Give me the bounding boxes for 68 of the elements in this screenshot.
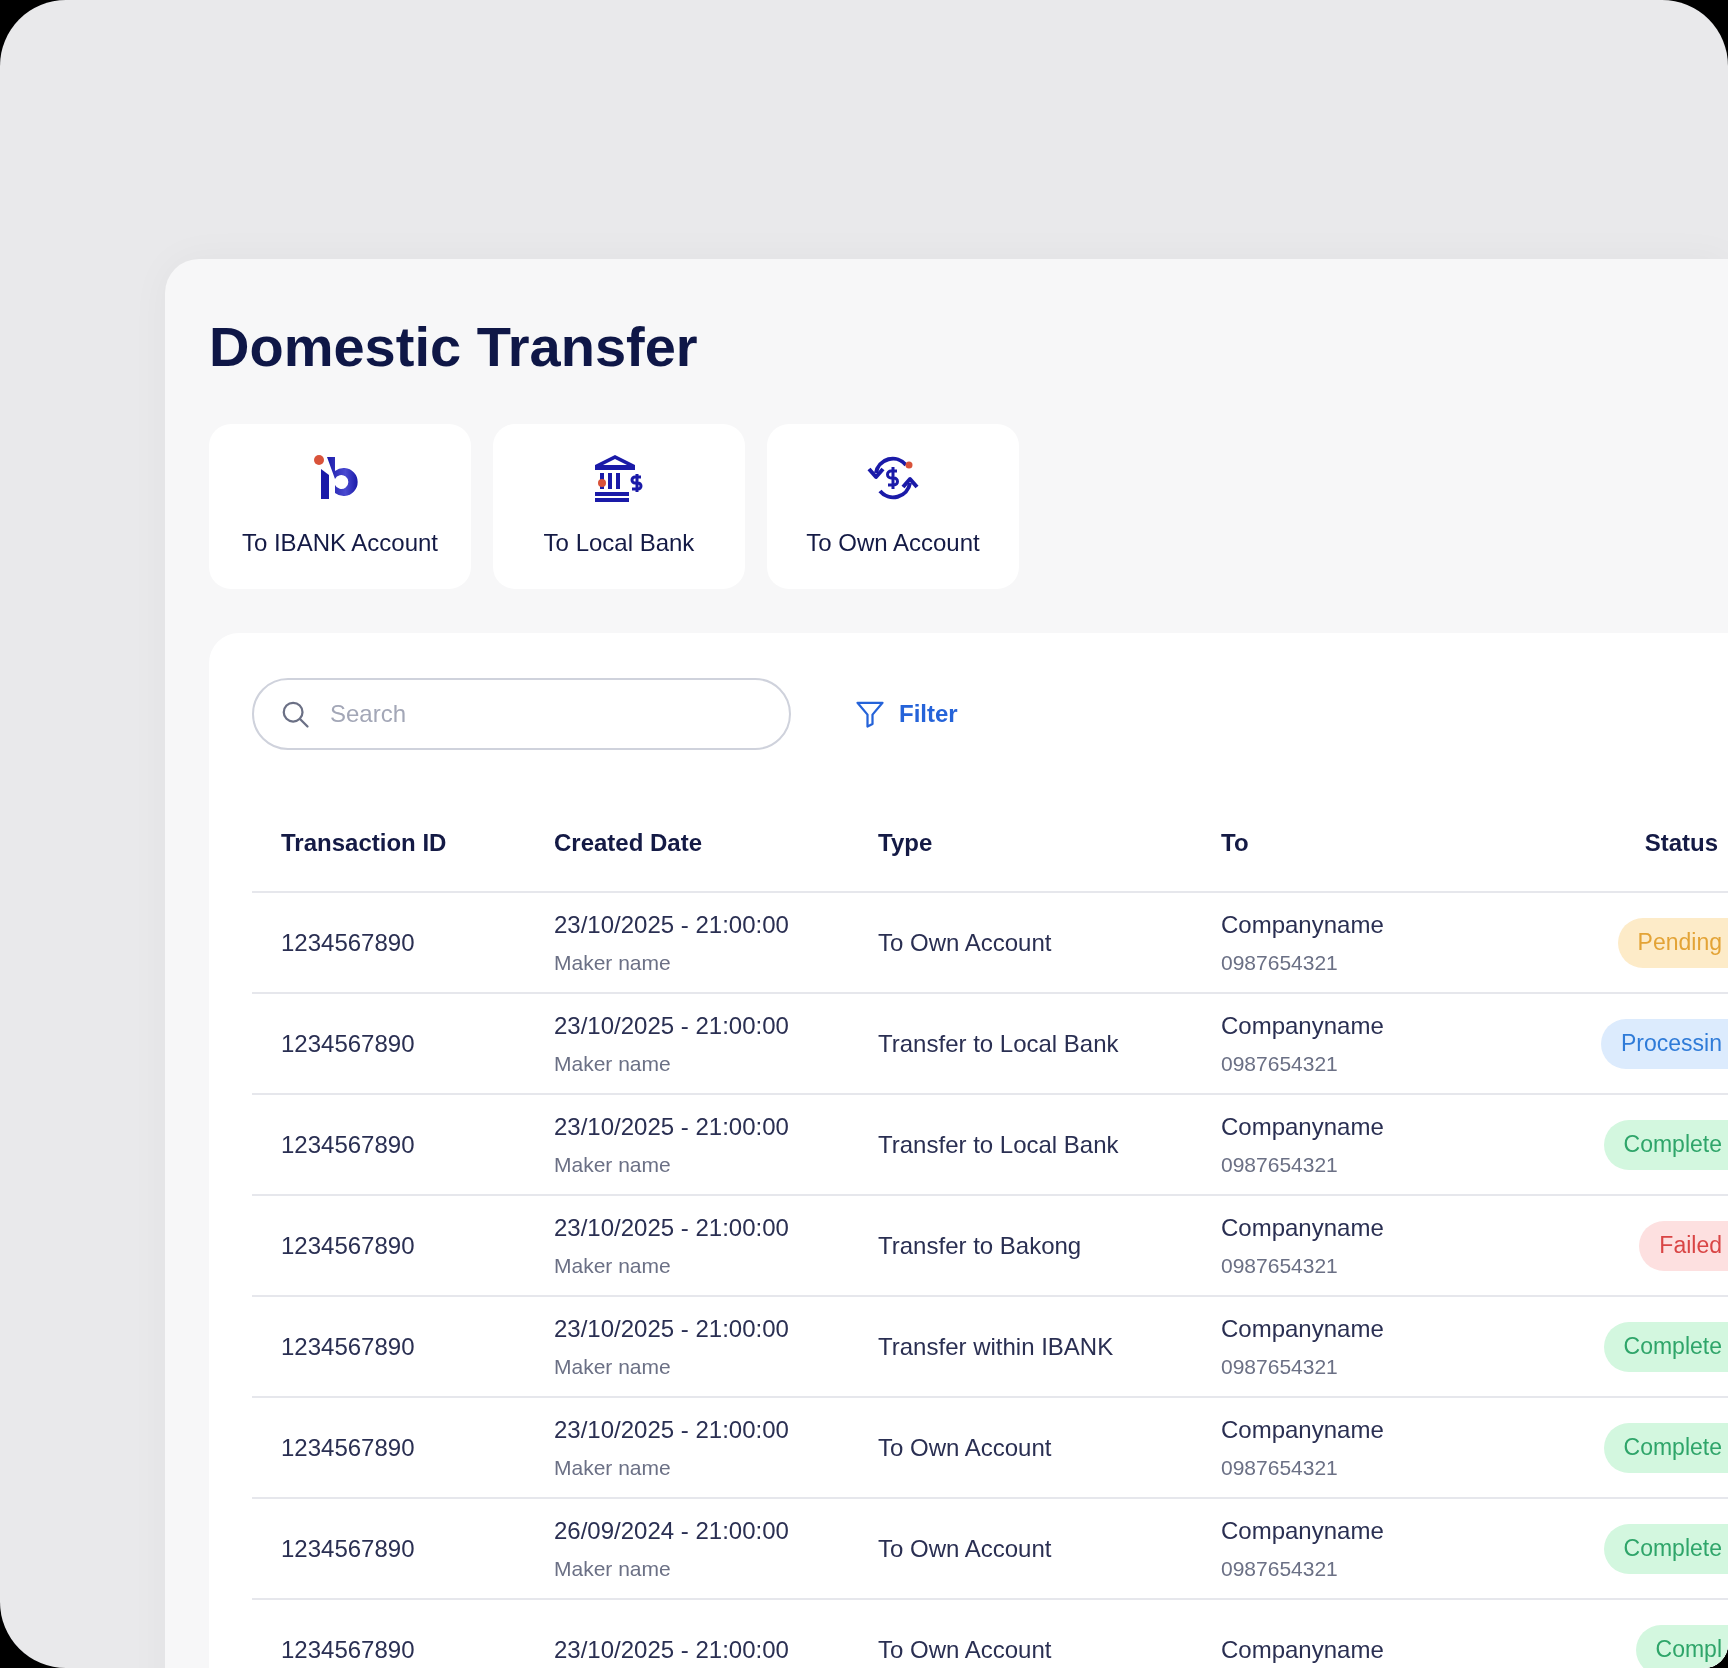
transfer-type: Transfer within IBANK — [878, 1331, 1115, 1362]
transaction-id: 1234567890 — [281, 1634, 416, 1665]
created-date: 23/10/2025 - 21:00:00 — [554, 1111, 790, 1142]
recipient-name: Companyname — [1221, 909, 1385, 940]
recipient-name: Companyname — [1221, 1634, 1385, 1665]
status-badge: Complete — [1603, 1119, 1728, 1170]
created-date: 23/10/2025 - 21:00:00 — [554, 1634, 790, 1665]
recipient-account: 0987654321 — [1221, 1353, 1339, 1380]
recipient-account: 0987654321 — [1221, 949, 1339, 976]
maker-name: Maker name — [554, 1555, 672, 1582]
status-badge: Failed — [1639, 1220, 1728, 1271]
filter-button[interactable]: Filter — [855, 696, 958, 733]
maker-name: Maker name — [554, 1151, 672, 1178]
column-header: Type — [878, 829, 933, 857]
created-date: 26/09/2024 - 21:00:00 — [554, 1515, 790, 1546]
transaction-id: 1234567890 — [281, 1331, 416, 1362]
transfer-type: To Own Account — [878, 1533, 1053, 1564]
recipient-account: 0987654321 — [1221, 1252, 1339, 1279]
transfer-type: Transfer to Local Bank — [878, 1028, 1120, 1059]
search-field[interactable]: Search — [252, 678, 791, 751]
maker-name: Maker name — [554, 949, 672, 976]
status-badge: Complete — [1603, 1321, 1728, 1372]
recipient-account: 0987654321 — [1221, 1151, 1339, 1178]
maker-name: Maker name — [554, 1050, 672, 1077]
status-badge: Processin — [1601, 1018, 1728, 1069]
status-badge: Pending — [1617, 917, 1728, 968]
recipient-account: 0987654321 — [1221, 1555, 1339, 1582]
status-badge: Compl — [1635, 1624, 1728, 1668]
search-icon — [280, 699, 310, 730]
recipient-account: 0987654321 — [1221, 1050, 1339, 1077]
created-date: 23/10/2025 - 21:00:00 — [554, 1414, 790, 1445]
recipient-name: Companyname — [1221, 1313, 1385, 1344]
recipient-name: Companyname — [1221, 1212, 1385, 1243]
created-date: 23/10/2025 - 21:00:00 — [554, 1010, 790, 1041]
maker-name: Maker name — [554, 1252, 672, 1279]
transfer-type: To Own Account — [878, 1634, 1053, 1665]
recipient-name: Companyname — [1221, 1010, 1385, 1041]
status-badge: Complete — [1603, 1422, 1728, 1473]
maker-name: Maker name — [554, 1454, 672, 1481]
transaction-id: 1234567890 — [281, 1230, 416, 1261]
transfer-option-card[interactable]: To Local Bank — [493, 424, 745, 590]
recipient-name: Companyname — [1221, 1515, 1385, 1546]
created-date: 23/10/2025 - 21:00:00 — [554, 909, 790, 940]
transfer-option-card[interactable]: To IBANK Account — [209, 424, 471, 590]
bank-dollar-icon — [593, 452, 645, 503]
transfer-option-card[interactable]: To Own Account — [767, 424, 1019, 590]
recipient-name: Companyname — [1221, 1414, 1385, 1445]
transfer-type: Transfer to Local Bank — [878, 1129, 1120, 1160]
created-date: 23/10/2025 - 21:00:00 — [554, 1313, 790, 1344]
status-badge: Complete — [1603, 1523, 1728, 1574]
recipient-name: Companyname — [1221, 1111, 1385, 1142]
column-header: To — [1221, 829, 1249, 857]
created-date: 23/10/2025 - 21:00:00 — [554, 1212, 790, 1243]
filter-icon — [855, 699, 885, 730]
page-title: Domestic Transfer — [209, 314, 699, 380]
maker-name: Maker name — [554, 1353, 672, 1380]
transfer-type: Transfer to Bakong — [878, 1230, 1083, 1261]
transaction-id: 1234567890 — [281, 927, 416, 958]
transaction-id: 1234567890 — [281, 1028, 416, 1059]
column-header: Status — [1644, 828, 1718, 859]
transfer-type: To Own Account — [878, 927, 1053, 958]
transaction-id: 1234567890 — [281, 1432, 416, 1463]
transaction-id: 1234567890 — [281, 1129, 416, 1160]
column-header: Created Date — [554, 829, 703, 857]
transfer-type: To Own Account — [878, 1432, 1053, 1463]
transaction-id: 1234567890 — [281, 1533, 416, 1564]
recipient-account: 0987654321 — [1221, 1454, 1339, 1481]
column-header: Transaction ID — [281, 829, 447, 857]
